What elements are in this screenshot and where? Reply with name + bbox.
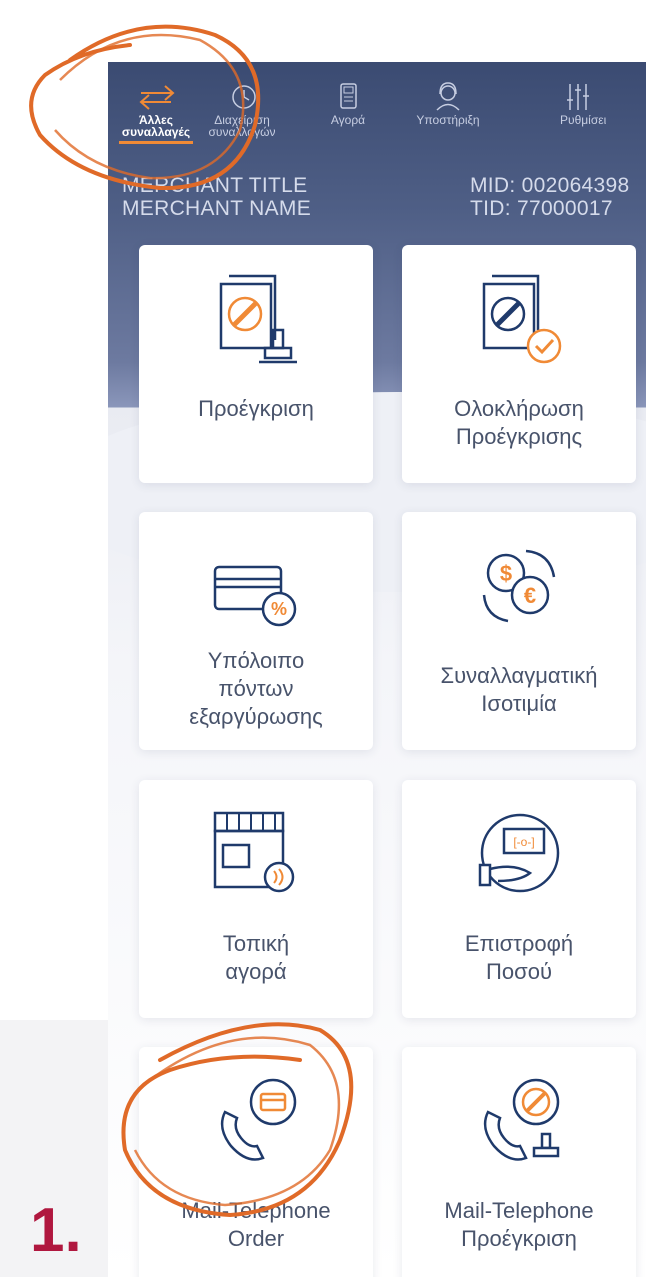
support-agent-icon xyxy=(436,82,460,111)
step-number: 1. xyxy=(30,1196,82,1265)
preauthorization-document-stamp-icon xyxy=(219,274,297,364)
terminal-info: MID: 002064398 TID: 77000017 xyxy=(470,174,629,220)
sliders-icon xyxy=(567,84,589,110)
tile-label: Mail-Telephone Order xyxy=(181,1198,331,1251)
tile-label: Mail-Telephone Προέγκριση xyxy=(444,1198,594,1251)
tile-label: Τοπική αγορά xyxy=(222,931,290,984)
swap-arrows-icon xyxy=(139,85,175,110)
nav-item-transaction-management[interactable]: Διαχείριση συναλλαγών xyxy=(197,80,287,138)
tile-mail-telephone-order[interactable]: Mail-Telephone Order xyxy=(139,1047,373,1277)
tile-refund[interactable]: [-o-] Επιστροφή Ποσού xyxy=(402,780,636,1018)
card-points-balance-icon: % xyxy=(213,565,297,627)
mail-telephone-order-icon xyxy=(220,1078,297,1161)
nav-label-line2: συναλλαγές xyxy=(121,125,191,139)
nav-item-other-transactions[interactable]: Άλλες συναλλαγές xyxy=(111,80,201,144)
merchant-name: MERCHANT NAME xyxy=(122,197,312,220)
tile-local-purchase[interactable]: Τοπική αγορά xyxy=(139,780,373,1018)
refund-hand-icon: [-o-] xyxy=(478,813,560,893)
tile-preauthorization-completion[interactable]: Ολοκλήρωση Προέγκρισης xyxy=(402,245,636,483)
tile-preauthorization[interactable]: Προέγκριση xyxy=(139,245,373,483)
nav-label-line2: συναλλαγών xyxy=(208,125,276,139)
terminal-id: TID: 77000017 xyxy=(470,197,613,220)
tile-label: Ολοκλήρωση Προέγκρισης xyxy=(454,396,584,449)
svg-text:%: % xyxy=(271,599,287,619)
svg-text:$: $ xyxy=(500,561,512,586)
svg-text:€: € xyxy=(524,583,536,608)
tile-label: Επιστροφή Ποσού xyxy=(464,931,574,984)
svg-text:[-o-]: [-o-] xyxy=(513,835,534,849)
local-store-contactless-icon xyxy=(213,811,295,893)
tile-label: Συναλλαγματική Ισοτιμία xyxy=(440,663,598,716)
tile-mail-telephone-preauthorization[interactable]: Mail-Telephone Προέγκριση xyxy=(402,1047,636,1277)
nav-item-support[interactable]: Υποστήριξη xyxy=(403,80,493,126)
tile-label: Υπόλοιπο πόντων εξαργύρωσης xyxy=(189,648,323,729)
preauthorization-complete-icon xyxy=(482,274,562,364)
tile-label: Προέγκριση xyxy=(198,396,314,421)
pos-terminal-icon xyxy=(340,83,357,109)
merchant-info: MERCHANT TITLE MERCHANT NAME xyxy=(122,174,311,220)
nav-label: Υποστήριξη xyxy=(416,113,480,127)
mail-telephone-preauth-icon xyxy=(483,1078,560,1161)
tile-points-balance[interactable]: % Υπόλοιπο πόντων εξαργύρωσης xyxy=(139,512,373,750)
clock-icon xyxy=(232,85,256,109)
tile-exchange-rate[interactable]: $ € Συναλλαγματική Ισοτιμία xyxy=(402,512,636,750)
nav-label: Αγορά xyxy=(330,113,366,127)
nav-item-purchase[interactable]: Αγορά xyxy=(303,80,393,126)
top-navigation: Άλλες συναλλαγές Διαχείριση συναλλαγών Α… xyxy=(108,80,646,150)
merchant-id: MID: 002064398 xyxy=(470,174,630,197)
active-tab-indicator xyxy=(119,141,193,144)
nav-label: Ρυθμίσει xyxy=(560,113,607,127)
nav-item-settings[interactable]: Ρυθμίσει xyxy=(560,80,646,126)
currency-exchange-icon: $ € xyxy=(482,549,556,623)
app-screen: Άλλες συναλλαγές Διαχείριση συναλλαγών Α… xyxy=(108,62,646,1277)
merchant-title: MERCHANT TITLE xyxy=(122,174,308,197)
